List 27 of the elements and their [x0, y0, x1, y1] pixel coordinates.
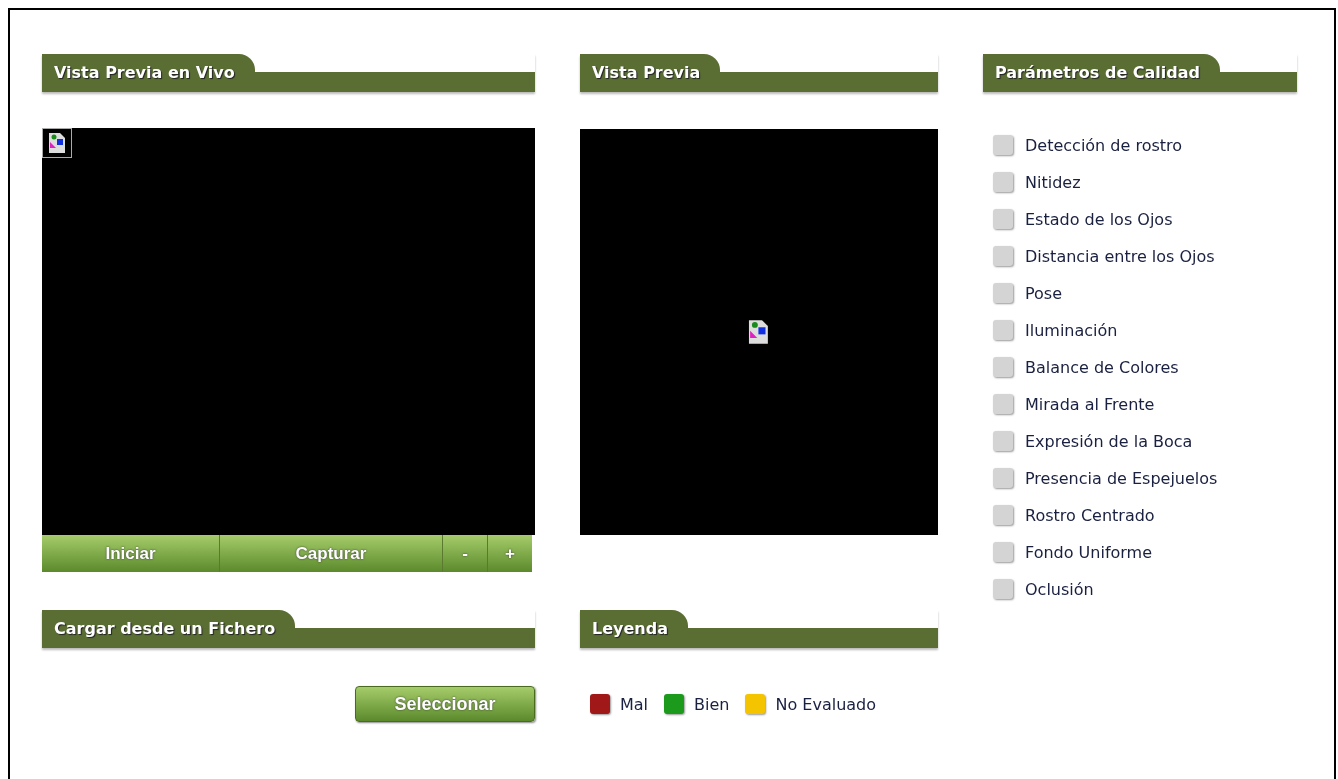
quality-parameter: Oclusión	[1025, 579, 1094, 599]
control-button[interactable]: -	[443, 535, 488, 572]
legend-label: No Evaluado	[775, 694, 877, 714]
quality-parameter: Balance de Colores	[1025, 357, 1179, 377]
section-title: Vista Previa	[580, 54, 721, 92]
quality-parameter: Iluminación	[1025, 320, 1118, 340]
section-title: Cargar desde un Fichero	[42, 610, 296, 648]
quality-parameter: Estado de los Ojos	[1025, 209, 1173, 229]
quality-parameter: Pose	[1025, 283, 1063, 303]
quality-parameter: Mirada al Frente	[1025, 394, 1155, 414]
control-button[interactable]: +	[488, 535, 532, 572]
select-button[interactable]: Seleccionar	[355, 686, 535, 722]
legend-label: Bien	[694, 694, 730, 714]
broken-image-icon	[748, 319, 770, 345]
control-button[interactable]: Iniciar	[42, 535, 220, 572]
quality-parameter: Rostro Centrado	[1025, 505, 1155, 525]
section-title: Leyenda	[580, 610, 688, 648]
quality-parameter: Distancia entre los Ojos	[1025, 246, 1215, 266]
quality-parameter: Expresión de la Boca	[1025, 431, 1193, 451]
section-title: Vista Previa en Vivo	[42, 54, 255, 92]
legend-label: Mal	[620, 694, 649, 714]
quality-parameter: Nitidez	[1025, 172, 1081, 192]
quality-parameter: Detección de rostro	[1025, 135, 1183, 155]
control-button[interactable]: Capturar	[220, 535, 443, 572]
quality-parameter: Presencia de Espejuelos	[1025, 468, 1218, 488]
quality-parameter: Fondo Uniforme	[1025, 542, 1153, 562]
section-title: Parámetros de Calidad	[983, 54, 1220, 92]
